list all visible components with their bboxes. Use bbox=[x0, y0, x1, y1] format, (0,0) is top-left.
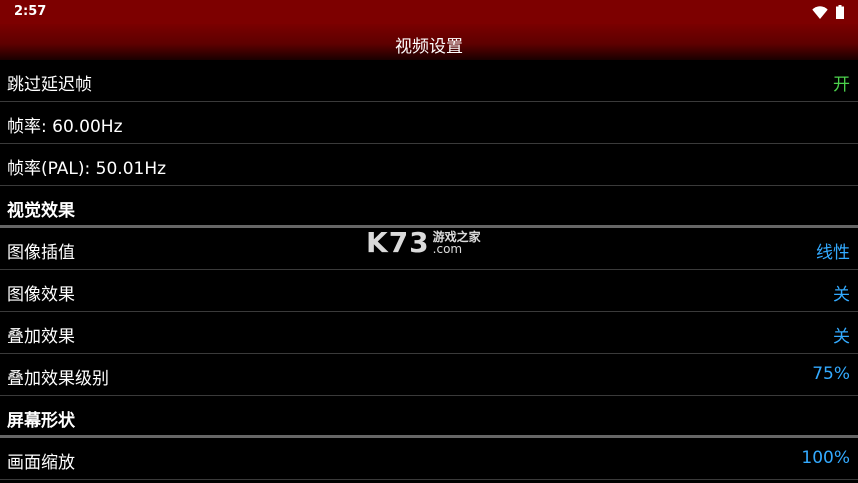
title-bar: 视频设置 bbox=[0, 24, 858, 60]
setting-value: 开 bbox=[833, 75, 850, 95]
wifi-icon bbox=[812, 5, 828, 19]
setting-value: 100% bbox=[801, 448, 850, 468]
setting-image-effect[interactable]: 图像效果 关 bbox=[0, 270, 858, 312]
section-title: 屏幕形状 bbox=[7, 411, 75, 431]
section-header-visual-effects: 视觉效果 bbox=[0, 186, 858, 228]
battery-icon bbox=[836, 5, 844, 19]
setting-label: 跳过延迟帧 bbox=[7, 75, 92, 95]
status-bar: 2:57 bbox=[0, 0, 858, 24]
setting-value: 关 bbox=[833, 285, 850, 305]
setting-image-interpolation[interactable]: 图像插值 线性 bbox=[0, 228, 858, 270]
setting-label: 图像效果 bbox=[7, 285, 75, 305]
section-title: 视觉效果 bbox=[7, 201, 75, 221]
setting-label: 图像插值 bbox=[7, 243, 75, 263]
setting-value: 线性 bbox=[816, 243, 850, 263]
status-icons bbox=[812, 5, 844, 19]
setting-frame-rate-pal[interactable]: 帧率(PAL): 50.01Hz bbox=[0, 144, 858, 186]
status-time: 2:57 bbox=[14, 4, 47, 19]
section-header-screen-shape: 屏幕形状 bbox=[0, 396, 858, 438]
setting-skip-delay-frames[interactable]: 跳过延迟帧 开 bbox=[0, 60, 858, 102]
setting-label: 叠加效果 bbox=[7, 327, 75, 347]
settings-list: 跳过延迟帧 开 帧率: 60.00Hz 帧率(PAL): 50.01Hz 视觉效… bbox=[0, 60, 858, 480]
setting-value: 75% bbox=[812, 364, 850, 384]
setting-frame-rate[interactable]: 帧率: 60.00Hz bbox=[0, 102, 858, 144]
setting-label: 画面缩放 bbox=[7, 453, 75, 473]
setting-overlay-effect[interactable]: 叠加效果 关 bbox=[0, 312, 858, 354]
setting-screen-scale[interactable]: 画面缩放 100% bbox=[0, 438, 858, 480]
page-title: 视频设置 bbox=[395, 37, 463, 57]
setting-label: 帧率(PAL): 50.01Hz bbox=[7, 159, 167, 179]
setting-label: 叠加效果级别 bbox=[7, 369, 109, 389]
setting-value: 关 bbox=[833, 327, 850, 347]
setting-label: 帧率: 60.00Hz bbox=[7, 117, 123, 137]
setting-overlay-effect-level[interactable]: 叠加效果级别 75% bbox=[0, 354, 858, 396]
